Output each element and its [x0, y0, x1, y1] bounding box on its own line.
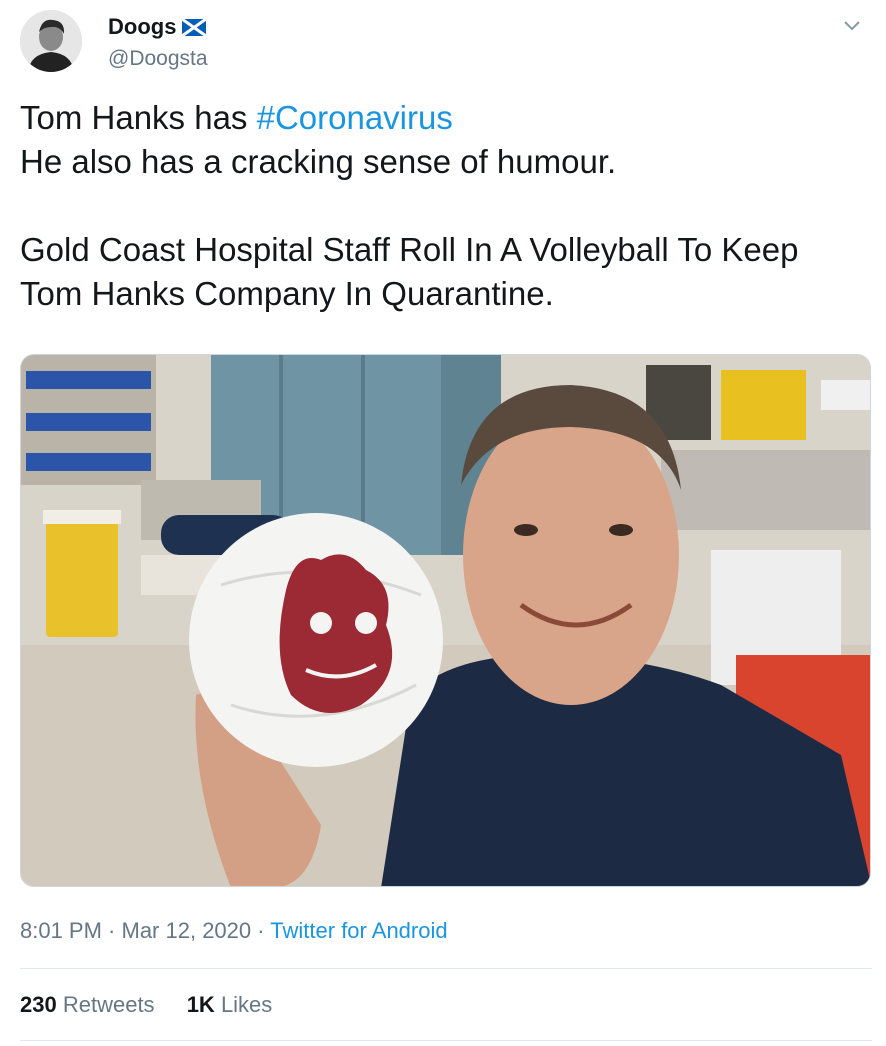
tweet-line-1: Tom Hanks has #Coronavirus — [20, 96, 860, 140]
retweets-label: Retweets — [62, 992, 155, 1017]
meta-separator: · — [251, 918, 271, 943]
photo-image — [21, 355, 870, 886]
tweet-time[interactable]: 8:01 PM — [20, 918, 102, 943]
tweet-line-1-text: Tom Hanks has — [20, 99, 257, 136]
tweet-meta: 8:01 PM · Mar 12, 2020 · Twitter for And… — [20, 918, 448, 944]
chevron-down-icon[interactable] — [842, 18, 862, 32]
user-handle[interactable]: @Doogsta — [108, 47, 208, 71]
tweet-date[interactable]: Mar 12, 2020 — [122, 918, 252, 943]
tweet-text: Tom Hanks has #Coronavirus He also has a… — [20, 96, 860, 316]
tweet-stats: 230 Retweets 1K Likes — [20, 992, 298, 1018]
tweet-line-4: Tom Hanks Company In Quarantine. — [20, 275, 554, 312]
hashtag-link[interactable]: #Coronavirus — [257, 99, 453, 136]
tweet-line-2: He also has a cracking sense of humour. — [20, 143, 617, 180]
scotland-flag-icon — [182, 18, 207, 36]
tweet-line-3: Gold Coast Hospital Staff Roll In A Voll… — [20, 231, 799, 268]
divider — [20, 1040, 872, 1041]
likes-label: Likes — [220, 992, 273, 1017]
retweets-count: 230 — [20, 992, 57, 1017]
avatar-image — [20, 10, 82, 72]
retweets-stat[interactable]: 230 Retweets — [20, 992, 155, 1017]
tweet-photo[interactable] — [20, 354, 871, 887]
likes-count: 1K — [186, 992, 215, 1017]
tweet-source-link[interactable]: Twitter for Android — [270, 918, 447, 943]
likes-stat[interactable]: 1K Likes — [187, 992, 273, 1017]
display-name[interactable]: Doogs — [108, 14, 207, 40]
display-name-text: Doogs — [108, 14, 177, 39]
avatar[interactable] — [20, 10, 82, 72]
divider — [20, 968, 872, 969]
meta-separator: · — [101, 918, 122, 943]
